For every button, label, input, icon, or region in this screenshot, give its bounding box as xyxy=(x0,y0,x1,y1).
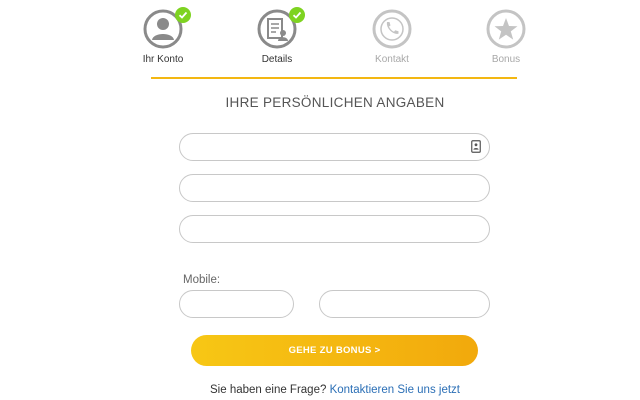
step-ihr-konto: Ihr Konto xyxy=(123,7,203,69)
help-line: Sie haben eine Frage? Kontaktieren Sie u… xyxy=(0,384,640,396)
text-field-2[interactable] xyxy=(179,174,490,202)
step-label: Bonus xyxy=(491,54,521,65)
step-details: Details xyxy=(237,7,317,69)
text-field-1[interactable] xyxy=(179,133,490,161)
check-icon xyxy=(175,7,191,23)
step-label: Details xyxy=(261,54,293,65)
phone-icon xyxy=(372,9,412,49)
form-title: IHRE PERSÖNLICHEN ANGABEN xyxy=(225,95,445,110)
star-icon xyxy=(486,9,526,49)
step-label: Ihr Konto xyxy=(142,54,184,65)
mobile-number-field[interactable] xyxy=(319,290,490,318)
step-kontakt: Kontakt xyxy=(352,9,432,69)
contact-card-icon xyxy=(471,140,481,153)
step-bonus: Bonus xyxy=(466,9,546,69)
text-field-3[interactable] xyxy=(179,215,490,243)
check-icon xyxy=(289,7,305,23)
go-to-bonus-button[interactable]: GEHE ZU BONUS > xyxy=(191,335,478,366)
step-label: Kontakt xyxy=(375,54,409,65)
mobile-label: Mobile: xyxy=(183,274,221,286)
stepper-divider xyxy=(151,77,517,79)
help-question: Sie haben eine Frage? xyxy=(210,384,327,396)
mobile-prefix-field[interactable] xyxy=(179,290,294,318)
contact-us-link[interactable]: Kontaktieren Sie uns jetzt xyxy=(330,384,460,396)
